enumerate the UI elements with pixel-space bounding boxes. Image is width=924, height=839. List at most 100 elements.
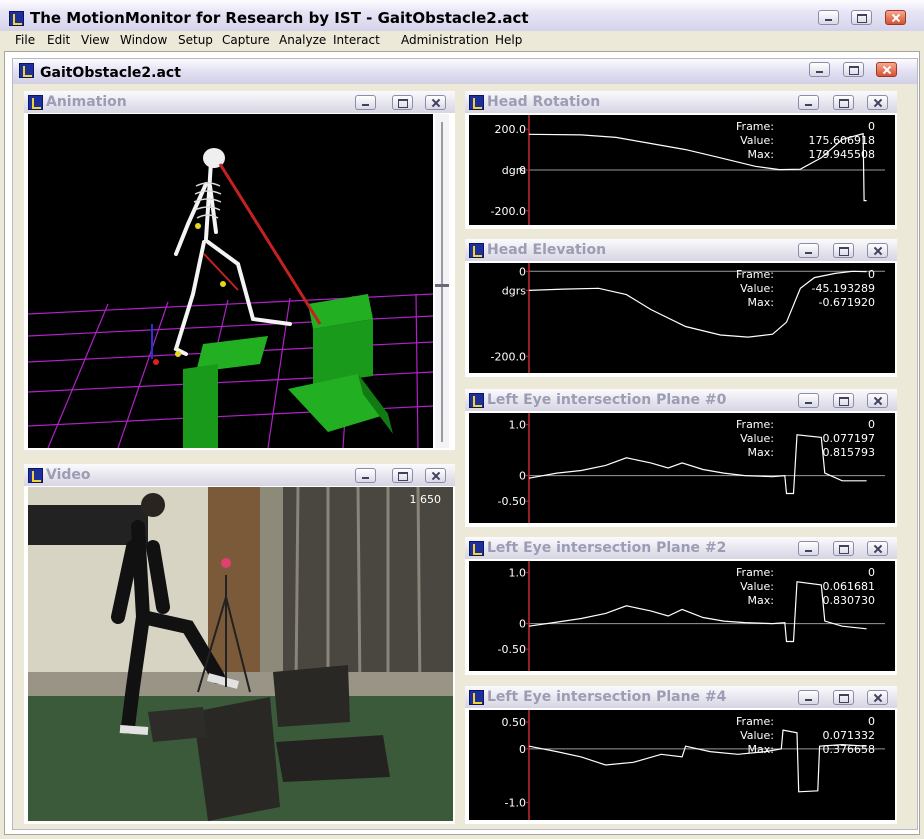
axis-tick-label: dgrs: [502, 284, 526, 297]
document-minimize-button[interactable]: [809, 62, 830, 77]
graph-maximize-button[interactable]: [833, 690, 854, 705]
readout-label: Max:: [748, 743, 774, 756]
window-icon: [28, 95, 43, 110]
axis-tick-label: 0: [519, 470, 526, 483]
axis-tick-label: -0.50: [498, 495, 526, 508]
menu-administration[interactable]: Administration: [401, 33, 489, 47]
menu-setup[interactable]: Setup: [178, 33, 213, 47]
readout-value: 179.945508: [809, 148, 875, 161]
app-logo-icon[interactable]: [9, 11, 24, 26]
axis-tick-label: -200.0: [491, 205, 526, 218]
graph-minimize-button[interactable]: [798, 243, 819, 258]
graph-plot-area[interactable]: 200.0 dgrs -200.0 0 Frame: 0 Value: 175.606918 M…: [469, 115, 895, 225]
graph-plot-area[interactable]: 1.0 0 -0.50 Frame: 0 Value: 0.077197 Max: 0.8157…: [469, 413, 895, 523]
video-frame[interactable]: 1 650: [28, 487, 453, 821]
readout-value: -0.671920: [819, 296, 875, 309]
animation-title: Animation: [46, 94, 127, 110]
readout-value: 0: [868, 566, 875, 579]
maximize-icon: [393, 469, 412, 482]
readout-value: 0: [868, 715, 875, 728]
window-icon: [469, 243, 484, 258]
app-close-button[interactable]: [885, 10, 906, 25]
graph-svg: 0 dgrs -200.0 Frame: 0 Value: -45.193289 Max: -0…: [491, 263, 885, 373]
graph-close-button[interactable]: [867, 690, 888, 705]
graph-close-button[interactable]: [867, 243, 888, 258]
readout-label: Max:: [748, 148, 774, 161]
graph-window-plane4: Left Eye intersection Plane #4 0.50 0 -1.0…: [465, 686, 897, 824]
readout-label: Frame:: [736, 566, 774, 579]
graph-plot-area[interactable]: 0 dgrs -200.0 Frame: 0 Value: -45.193289 Max: -0…: [469, 263, 895, 373]
axis-tick-label: -1.0: [505, 797, 526, 810]
menu-capture[interactable]: Capture: [222, 33, 270, 47]
animation-zoom-slider[interactable]: [435, 114, 449, 448]
animation-titlebar[interactable]: Animation: [24, 91, 455, 113]
document-icon[interactable]: [19, 63, 34, 78]
graph-maximize-button[interactable]: [833, 541, 854, 556]
animation-scene: [28, 148, 433, 448]
animation-minimize-button[interactable]: [355, 95, 376, 110]
graph-titlebar[interactable]: Left Eye intersection Plane #2: [465, 537, 897, 559]
readout-value: 0: [868, 268, 875, 281]
axis-tick-label: -0.50: [498, 643, 526, 656]
animation-window: Animation: [24, 91, 455, 450]
graph-maximize-button[interactable]: [833, 95, 854, 110]
menu-edit[interactable]: Edit: [47, 33, 70, 47]
graph-titlebar[interactable]: Left Eye intersection Plane #4: [465, 686, 897, 708]
axis-tick-label: 1.0: [509, 419, 527, 432]
minimize-icon: [356, 96, 375, 109]
graph-title: Left Eye intersection Plane #0: [487, 392, 727, 408]
video-close-button[interactable]: [425, 468, 446, 483]
graph-close-button[interactable]: [867, 541, 888, 556]
graph-maximize-button[interactable]: [833, 243, 854, 258]
readout-label: Max:: [748, 446, 774, 459]
graph-titlebar[interactable]: Left Eye intersection Plane #0: [465, 389, 897, 411]
maximize-icon: [834, 394, 853, 407]
menu-help[interactable]: Help: [495, 33, 522, 47]
video-titlebar[interactable]: Video: [24, 464, 455, 486]
app-maximize-button[interactable]: [851, 10, 872, 25]
menu-window[interactable]: Window: [120, 33, 167, 47]
graph-close-button[interactable]: [867, 393, 888, 408]
document-maximize-button[interactable]: [843, 62, 864, 77]
animation-close-button[interactable]: [425, 95, 446, 110]
video-maximize-button[interactable]: [392, 468, 413, 483]
graph-plot-area[interactable]: 1.0 0 -0.50 Frame: 0 Value: 0.061681 Max: 0.8307…: [469, 561, 895, 671]
graph-minimize-button[interactable]: [798, 393, 819, 408]
axis-tick-label: 0: [519, 743, 526, 756]
graph-titlebar[interactable]: Head Rotation: [465, 91, 897, 113]
graph-window-plane2: Left Eye intersection Plane #2 1.0 0 -0.50…: [465, 537, 897, 675]
menu-analyze[interactable]: Analyze: [279, 33, 326, 47]
graph-titlebar[interactable]: Head Elevation: [465, 239, 897, 261]
graph-close-button[interactable]: [867, 95, 888, 110]
document-close-button[interactable]: [876, 62, 897, 77]
graph-window-head-elevation: Head Elevation 0 dgrs -200.0 Frame: 0 Value: -…: [465, 239, 897, 377]
graph-minimize-button[interactable]: [798, 541, 819, 556]
video-minimize-button[interactable]: [355, 468, 376, 483]
video-scene: [28, 487, 453, 821]
graph-svg: 1.0 0 -0.50 Frame: 0 Value: 0.077197 Max: 0.8157…: [498, 413, 885, 523]
animation-maximize-button[interactable]: [392, 95, 413, 110]
graph-minimize-button[interactable]: [798, 95, 819, 110]
readout-label: Value:: [740, 432, 774, 445]
maximize-icon: [834, 244, 853, 257]
graph-plot-area[interactable]: 0.50 0 -1.0 Frame: 0 Value: 0.071332 Max: 0.3766…: [469, 710, 895, 820]
readout-label: Value:: [740, 282, 774, 295]
menu-interact[interactable]: Interact: [333, 33, 380, 47]
readout-label: Max:: [748, 594, 774, 607]
close-icon: [868, 542, 887, 555]
menu-view[interactable]: View: [81, 33, 109, 47]
close-icon: [868, 691, 887, 704]
minimize-icon: [810, 63, 829, 76]
series-line: [528, 581, 867, 643]
menu-file[interactable]: File: [15, 33, 35, 47]
graph-maximize-button[interactable]: [833, 393, 854, 408]
app-minimize-button[interactable]: [818, 10, 839, 25]
readout-label: Value:: [740, 729, 774, 742]
readout-value: 0.830730: [823, 594, 876, 607]
minimize-icon: [799, 96, 818, 109]
maximize-icon: [834, 96, 853, 109]
animation-viewport[interactable]: [28, 114, 433, 448]
maximize-icon: [393, 96, 412, 109]
close-icon: [426, 96, 445, 109]
graph-minimize-button[interactable]: [798, 690, 819, 705]
